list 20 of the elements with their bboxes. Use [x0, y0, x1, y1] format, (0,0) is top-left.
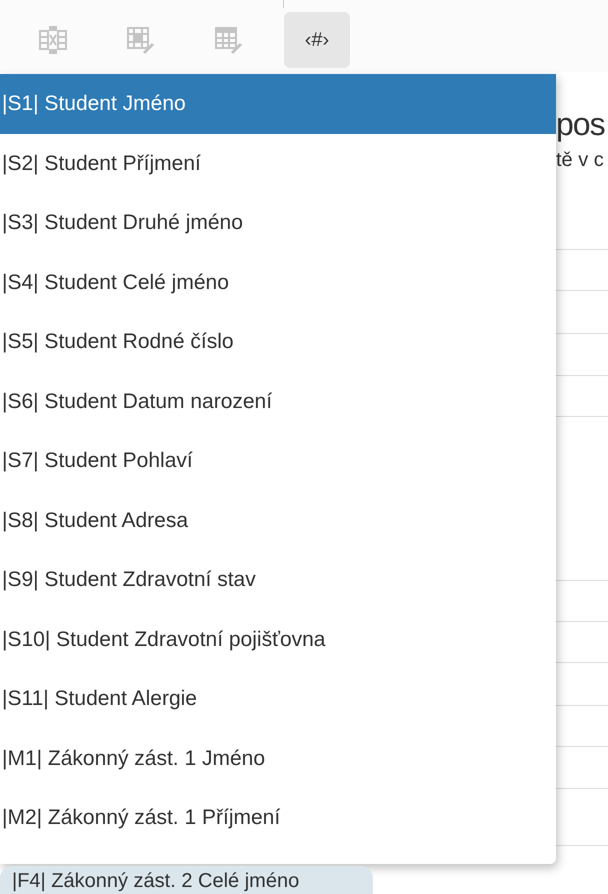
- menu-item[interactable]: |S3| Student Druhé jméno: [0, 193, 556, 252]
- menu-item[interactable]: |S11| Student Alergie: [0, 669, 556, 728]
- menu-item[interactable]: |S2| Student Příjmení: [0, 134, 556, 193]
- menu-item[interactable]: |S4| Student Celé jméno: [0, 252, 556, 312]
- page-heading: pos: [556, 105, 606, 144]
- menu-item[interactable]: |S10| Student Zdravotní pojišťovna: [0, 610, 556, 669]
- menu-item[interactable]: |S7| Student Pohlaví: [0, 431, 556, 490]
- tag-chip: |F4| Zákonný zást. 2 Celé jméno: [0, 866, 373, 894]
- menu-item[interactable]: |M1| Zákonný zást. 1 Jméno: [0, 728, 556, 788]
- menu-item[interactable]: |S8| Student Adresa: [0, 490, 556, 550]
- menu-item[interactable]: |M2| Zákonný zást. 1 Příjmení: [0, 788, 556, 848]
- menu-item[interactable]: |S1| Student Jméno: [0, 74, 556, 134]
- menu-item[interactable]: |S9| Student Zdravotní stav: [0, 550, 556, 610]
- menu-item[interactable]: |S5| Student Rodné číslo: [0, 312, 556, 372]
- delete-column-icon: [39, 25, 67, 55]
- placeholder-button[interactable]: ‹#›: [284, 12, 350, 68]
- menu-item[interactable]: |S6| Student Datum narození: [0, 372, 556, 431]
- cell-edit-icon: [127, 25, 155, 55]
- table-edit-icon: [215, 25, 243, 55]
- page-text: tě v c: [556, 148, 605, 172]
